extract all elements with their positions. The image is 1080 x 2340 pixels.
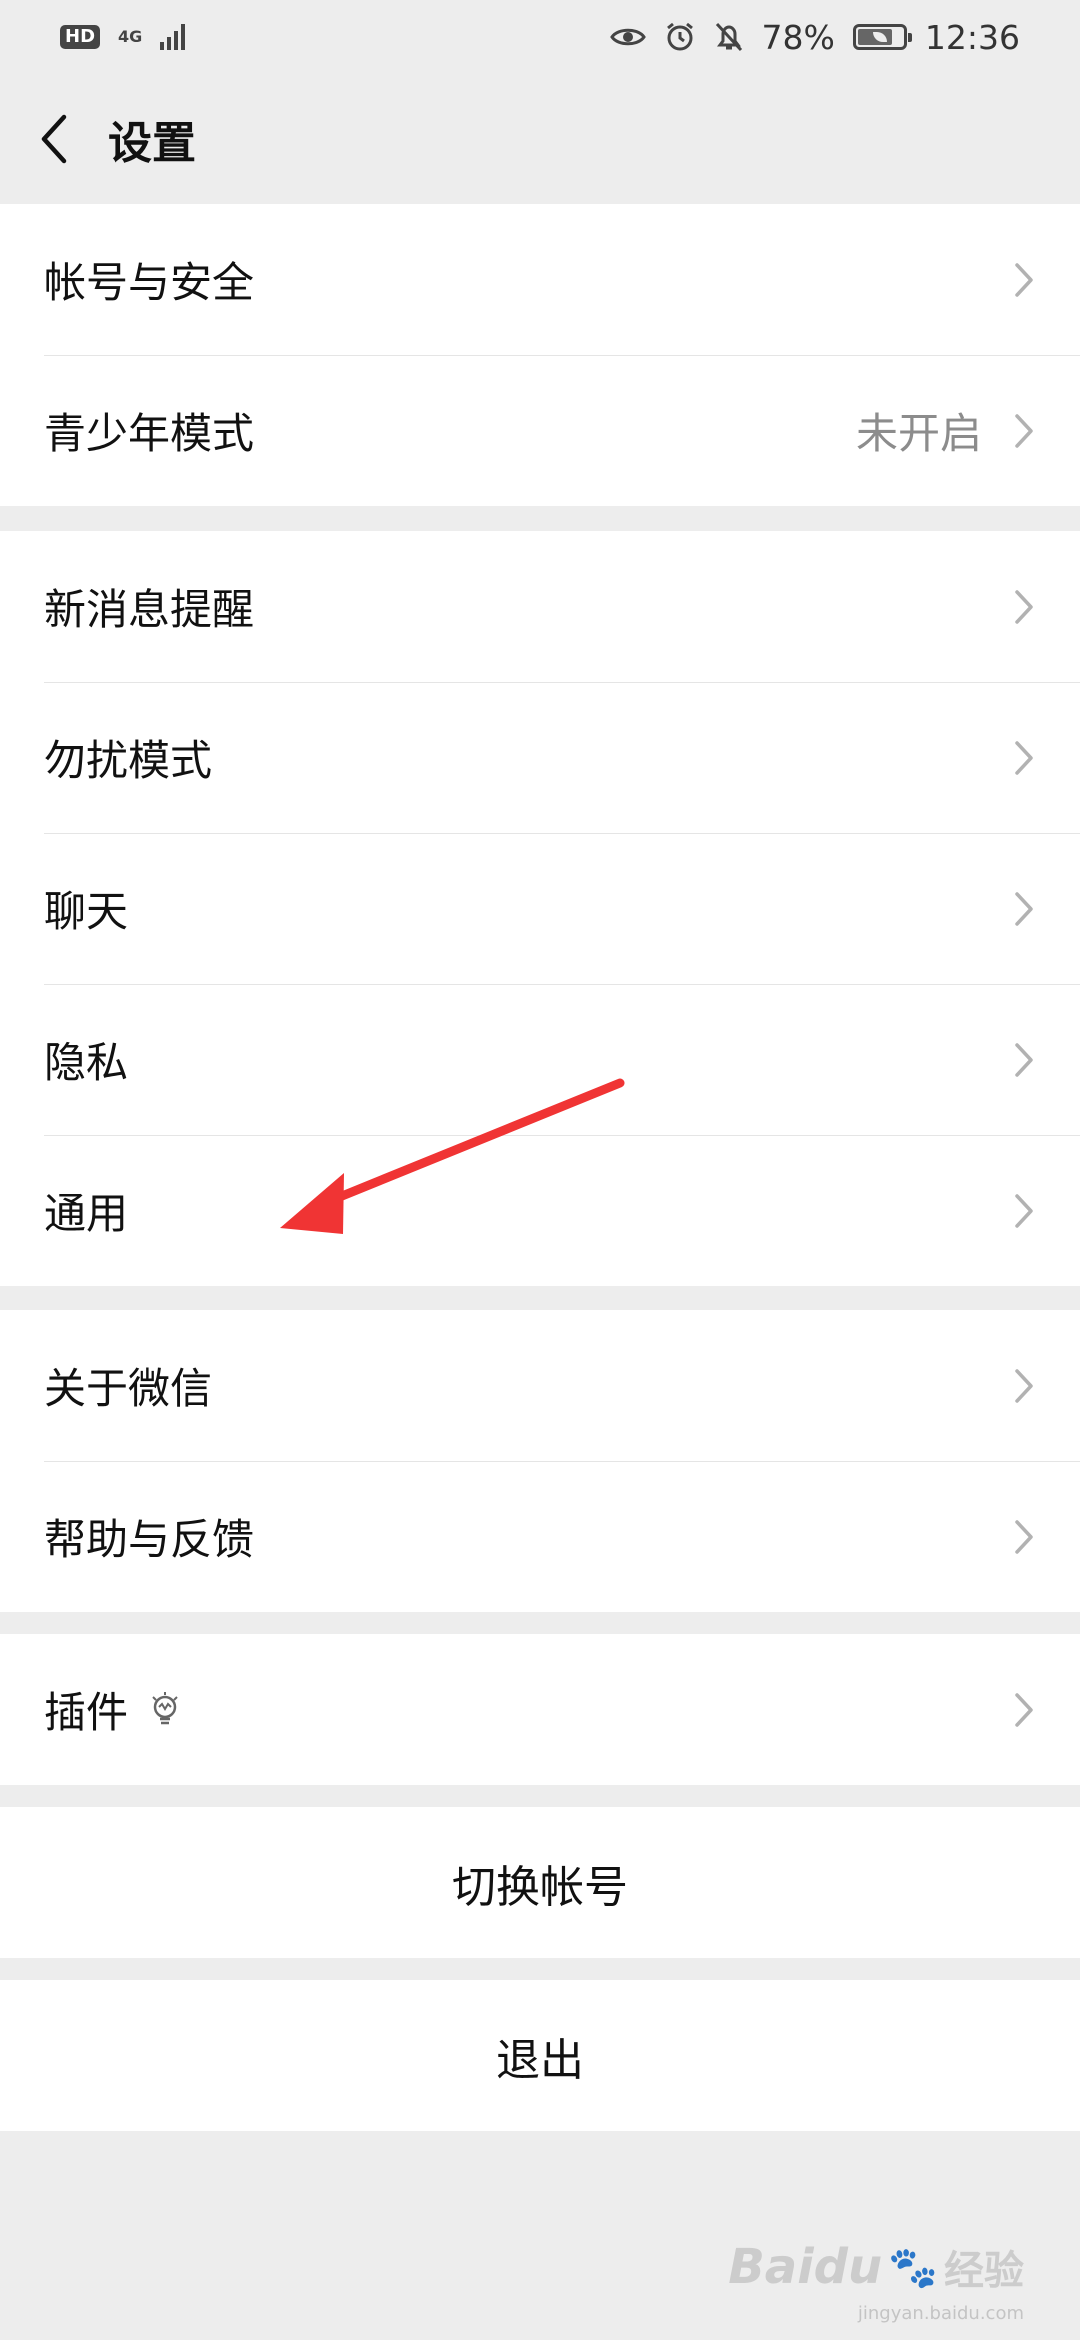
bell-off-icon: [715, 22, 742, 52]
watermark-sub: jingyan.baidu.com: [857, 2303, 1024, 2324]
chevron-right-icon: [1012, 1690, 1036, 1730]
chevron-right-icon: [1012, 1517, 1036, 1557]
chevron-left-icon: [41, 114, 67, 164]
row-plugins[interactable]: 插件: [0, 1634, 1080, 1785]
row-about-wechat[interactable]: 关于微信: [0, 1310, 1080, 1461]
watermark-cn: 经验: [944, 2248, 1024, 2294]
row-dnd[interactable]: 勿扰模式: [0, 682, 1080, 833]
row-notifications[interactable]: 新消息提醒: [0, 531, 1080, 682]
switch-account-button[interactable]: 切换帐号: [0, 1807, 1080, 1958]
chevron-right-icon: [1012, 889, 1036, 929]
signal-icon: [160, 24, 186, 50]
row-label: 新消息提醒: [44, 585, 255, 634]
chevron-right-icon: [1012, 587, 1036, 627]
baidu-watermark: Baidu 🐾 经验 jingyan.baidu.com: [728, 2238, 1024, 2324]
network-indicator: 4G: [118, 29, 142, 45]
row-label: 聊天: [44, 887, 129, 936]
chevron-right-icon: [1012, 1191, 1036, 1231]
logout-group: 退出: [0, 1980, 1080, 2131]
title-bar: 设置: [0, 74, 1080, 204]
page-title: 设置: [108, 118, 196, 169]
row-teen-mode[interactable]: 青少年模式 未开启: [0, 355, 1080, 506]
watermark-brand: Baidu: [728, 2239, 883, 2295]
clock: 12:36: [924, 17, 1020, 57]
row-account-security[interactable]: 帐号与安全: [0, 204, 1080, 355]
row-label: 通用: [44, 1189, 129, 1238]
network-label: 4G: [118, 27, 143, 46]
row-chat[interactable]: 聊天: [0, 833, 1080, 984]
chevron-right-icon: [1012, 1366, 1036, 1406]
row-privacy[interactable]: 隐私: [0, 984, 1080, 1135]
plugins-group: 插件: [0, 1634, 1080, 1785]
row-label: 勿扰模式: [44, 736, 213, 785]
eye-icon: [609, 28, 646, 46]
row-label: 青少年模式: [44, 409, 255, 458]
teen-mode-status: 未开启: [855, 409, 982, 458]
row-label-plugins: 插件: [44, 1679, 1012, 1740]
status-right: 78% 12:36: [609, 17, 1020, 57]
row-label: 帐号与安全: [44, 258, 255, 307]
paw-icon: 🐾: [888, 2244, 938, 2291]
row-label: 隐私: [44, 1038, 129, 1087]
row-general[interactable]: 通用: [0, 1135, 1080, 1286]
row-label: 帮助与反馈: [44, 1515, 255, 1564]
battery-percent: 78%: [761, 17, 835, 57]
lightbulb-icon: [152, 1691, 178, 1724]
chevron-right-icon: [1012, 411, 1036, 451]
row-label: 关于微信: [44, 1364, 213, 1413]
switch-account-group: 切换帐号: [0, 1807, 1080, 1958]
alarm-icon: [666, 22, 693, 51]
account-group: 帐号与安全 青少年模式 未开启: [0, 204, 1080, 506]
status-left: HD 4G: [60, 24, 186, 50]
chevron-right-icon: [1012, 1040, 1036, 1080]
chevron-right-icon: [1012, 260, 1036, 300]
settings-group: 新消息提醒 勿扰模式 聊天 隐私 通用: [0, 531, 1080, 1286]
logout-label: 退出: [496, 2034, 584, 2086]
status-bar: HD 4G 78% 12:36: [0, 0, 1080, 74]
switch-account-label: 切换帐号: [452, 1861, 628, 1913]
back-button[interactable]: [0, 74, 108, 204]
plugins-label: 插件: [44, 1688, 129, 1737]
hd-badge: HD: [60, 25, 101, 49]
logout-button[interactable]: 退出: [0, 1980, 1080, 2131]
battery-icon: [852, 24, 912, 50]
row-help-feedback[interactable]: 帮助与反馈: [0, 1461, 1080, 1612]
about-group: 关于微信 帮助与反馈: [0, 1310, 1080, 1612]
chevron-right-icon: [1012, 738, 1036, 778]
